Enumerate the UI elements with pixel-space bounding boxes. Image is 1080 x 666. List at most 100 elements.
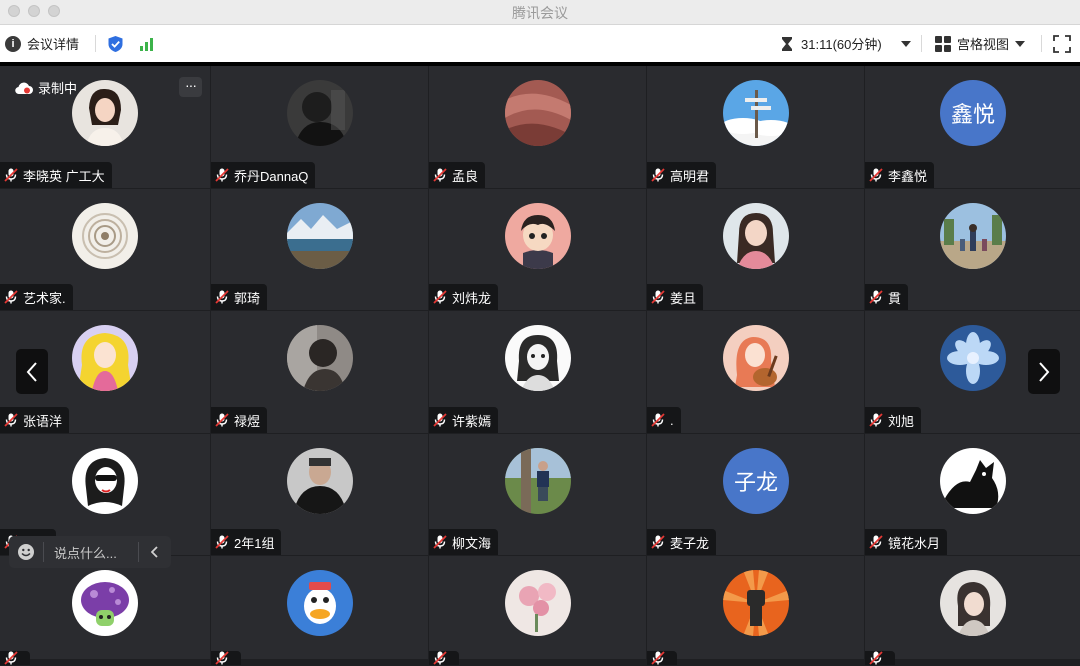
participant-tile[interactable]: 孟良 [429, 66, 646, 188]
participant-tile[interactable]: 乔丹DannaQ [211, 66, 428, 188]
mic-muted-icon [869, 413, 883, 427]
fullscreen-button[interactable] [1053, 25, 1071, 62]
participant-name: 姜且 [670, 290, 697, 306]
security-shield-icon[interactable] [107, 25, 124, 62]
meeting-toolbar: i 会议详情 31:11(60分钟) 宫格视图 [0, 25, 1080, 62]
chat-input[interactable]: 说点什么... [44, 543, 138, 562]
participant-nametag: 乔丹DannaQ [211, 162, 316, 188]
participant-tile[interactable]: 貫 [865, 189, 1080, 310]
participant-nametag: 2年1组 [211, 529, 282, 555]
collapse-chat-button[interactable] [139, 546, 171, 558]
participant-tile[interactable]: 郭琦 [211, 189, 428, 310]
mic-muted-icon [433, 535, 447, 549]
hourglass-icon [782, 36, 792, 51]
mic-muted-icon [433, 651, 447, 665]
cloud-recording-icon [15, 82, 33, 94]
fullscreen-icon [1053, 34, 1071, 53]
participant-nametag: 艺术家. [0, 284, 73, 310]
participant-name: 高明君 [670, 168, 710, 184]
participant-nametag: 镜花水月 [865, 529, 948, 555]
mic-muted-icon [869, 290, 883, 304]
toolbar-divider [95, 35, 96, 52]
mic-muted-icon [4, 413, 18, 427]
participant-avatar [505, 570, 571, 636]
participant-tile[interactable]: 镜花水月 [865, 434, 1080, 555]
participant-tile[interactable] [865, 556, 1080, 665]
participant-name: 乔丹DannaQ [234, 168, 309, 184]
participant-nametag: 孟良 [429, 162, 486, 188]
participant-nametag: 李鑫悦 [865, 162, 935, 188]
participant-nametag: 许紫嫣 [429, 407, 499, 433]
participant-avatar [287, 325, 353, 391]
participant-grid: 李晓英 广工大 乔丹DannaQ 孟良 高明君 鑫悦 李鑫悦艺术家. 郭琦 刘炜龙 姜且 貫张语洋… [0, 66, 1080, 665]
participant-tile[interactable] [0, 556, 210, 665]
participant-avatar [723, 203, 789, 269]
participant-avatar [72, 203, 138, 269]
participant-tile[interactable]: 许紫嫣 [429, 311, 646, 433]
meeting-details-button[interactable]: i 会议详情 [5, 25, 79, 62]
participant-tile[interactable]: 子龙 麦子龙 [647, 434, 864, 555]
timer-label: 31:11(60分钟) [801, 37, 882, 52]
participant-tile[interactable] [647, 556, 864, 665]
participant-nametag: 柳文海 [429, 529, 499, 555]
participant-name: 张语洋 [23, 413, 63, 429]
mic-muted-icon [651, 651, 665, 665]
view-mode-label: 宫格视图 [957, 37, 1010, 52]
recording-label: 录制中 [38, 81, 78, 96]
previous-page-button[interactable] [16, 349, 48, 394]
participant-name: . [670, 412, 674, 428]
participant-avatar [287, 570, 353, 636]
participant-tile[interactable]: 鑫悦 李鑫悦 [865, 66, 1080, 188]
participant-name: 艺术家. [23, 290, 66, 306]
participant-nametag [647, 651, 677, 665]
participant-tile[interactable]: . [647, 311, 864, 433]
participant-name: 孟良 [452, 168, 479, 184]
participant-tile[interactable] [429, 556, 646, 665]
participant-avatar [505, 203, 571, 269]
mic-muted-icon [869, 651, 883, 665]
participant-tile[interactable]: 艺术家. [0, 189, 210, 310]
participant-tile[interactable]: 禄煜 [211, 311, 428, 433]
mic-muted-icon [4, 290, 18, 304]
chevron-down-icon [900, 40, 911, 47]
participant-name: 貫 [888, 290, 902, 306]
meeting-timer[interactable]: 31:11(60分钟) [781, 25, 911, 62]
participant-avatar [723, 80, 789, 146]
participant-avatar [287, 448, 353, 514]
toolbar-divider [1041, 35, 1042, 52]
mic-muted-icon [651, 413, 665, 427]
toolbar-divider [921, 35, 922, 52]
participant-avatar [940, 325, 1006, 391]
participant-avatar [505, 325, 571, 391]
chevron-left-icon [151, 546, 158, 558]
emoji-icon[interactable] [9, 543, 43, 561]
participant-avatar [72, 325, 138, 391]
next-page-button[interactable] [1028, 349, 1060, 394]
recording-indicator[interactable]: 录制中 [14, 78, 77, 97]
chevron-left-icon [26, 361, 37, 382]
participant-tile[interactable]: 刘炜龙 [429, 189, 646, 310]
participant-tile[interactable]: 2年1组 [211, 434, 428, 555]
participant-tile[interactable]: 姜且 [647, 189, 864, 310]
mic-muted-icon [433, 168, 447, 182]
mic-muted-icon [869, 535, 883, 549]
participant-avatar [287, 203, 353, 269]
participant-tile[interactable]: 高明君 [647, 66, 864, 188]
mic-muted-icon [215, 651, 229, 665]
participant-name: 李晓英 广工大 [23, 168, 105, 184]
participant-avatar: 子龙 [723, 448, 789, 514]
view-mode-button[interactable]: 宫格视图 [935, 25, 1026, 62]
grid-view-icon [935, 35, 951, 52]
network-signal-icon[interactable] [139, 25, 155, 62]
chat-input-bar[interactable]: 说点什么... [9, 536, 171, 568]
more-options-button[interactable]: ··· [179, 77, 202, 97]
title-bar: 腾讯会议 [0, 0, 1080, 25]
participant-nametag: 刘炜龙 [429, 284, 499, 310]
participant-avatar: 鑫悦 [940, 80, 1006, 146]
avatar-text: 子龙 [733, 470, 778, 495]
chevron-down-icon [1015, 40, 1026, 47]
participant-tile[interactable] [211, 556, 428, 665]
participant-name: 刘旭 [888, 413, 915, 429]
participant-tile[interactable]: 柳文海 [429, 434, 646, 555]
participant-name: 柳文海 [452, 535, 492, 551]
